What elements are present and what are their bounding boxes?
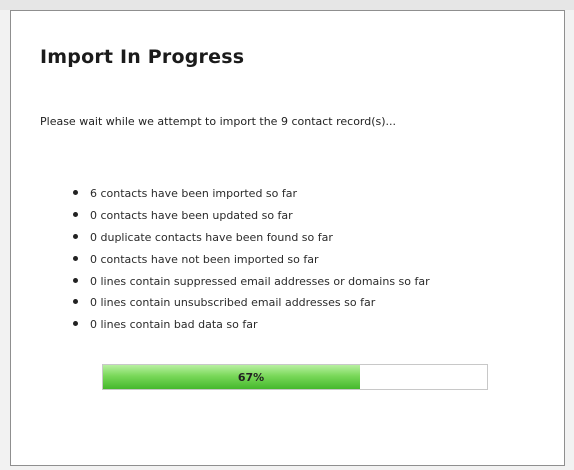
status-list: 6 contacts have been imported so far 0 c… bbox=[73, 183, 430, 336]
import-progress-panel: Import In Progress Please wait while we … bbox=[10, 10, 565, 466]
page-title: Import In Progress bbox=[40, 46, 245, 68]
progress-label: 67% bbox=[237, 370, 265, 384]
status-text: 0 lines contain suppressed email address… bbox=[90, 274, 430, 288]
list-item: 0 lines contain unsubscribed email addre… bbox=[73, 292, 430, 314]
bullet-icon bbox=[73, 212, 78, 218]
status-text: 6 contacts have been imported so far bbox=[90, 187, 298, 201]
status-text: 0 lines contain unsubscribed email addre… bbox=[90, 296, 376, 310]
status-text: 0 contacts have not been imported so far bbox=[90, 252, 319, 266]
bullet-icon bbox=[73, 233, 78, 239]
bullet-icon bbox=[73, 299, 78, 305]
window-top-strip bbox=[0, 0, 574, 10]
list-item: 0 lines contain bad data so far bbox=[73, 314, 430, 336]
list-item: 0 contacts have not been imported so far bbox=[73, 248, 430, 270]
list-item: 0 lines contain suppressed email address… bbox=[73, 270, 430, 292]
status-text: 0 contacts have been updated so far bbox=[90, 209, 293, 223]
bullet-icon bbox=[73, 321, 78, 327]
intro-text: Please wait while we attempt to import t… bbox=[40, 115, 397, 128]
bullet-icon bbox=[73, 277, 78, 283]
list-item: 6 contacts have been imported so far bbox=[73, 183, 430, 205]
status-text: 0 duplicate contacts have been found so … bbox=[90, 230, 333, 244]
bullet-icon bbox=[73, 190, 78, 196]
list-item: 0 duplicate contacts have been found so … bbox=[73, 227, 430, 249]
status-text: 0 lines contain bad data so far bbox=[90, 318, 258, 332]
import-progress-bar: 67% bbox=[102, 364, 488, 390]
bullet-icon bbox=[73, 255, 78, 261]
list-item: 0 contacts have been updated so far bbox=[73, 205, 430, 227]
